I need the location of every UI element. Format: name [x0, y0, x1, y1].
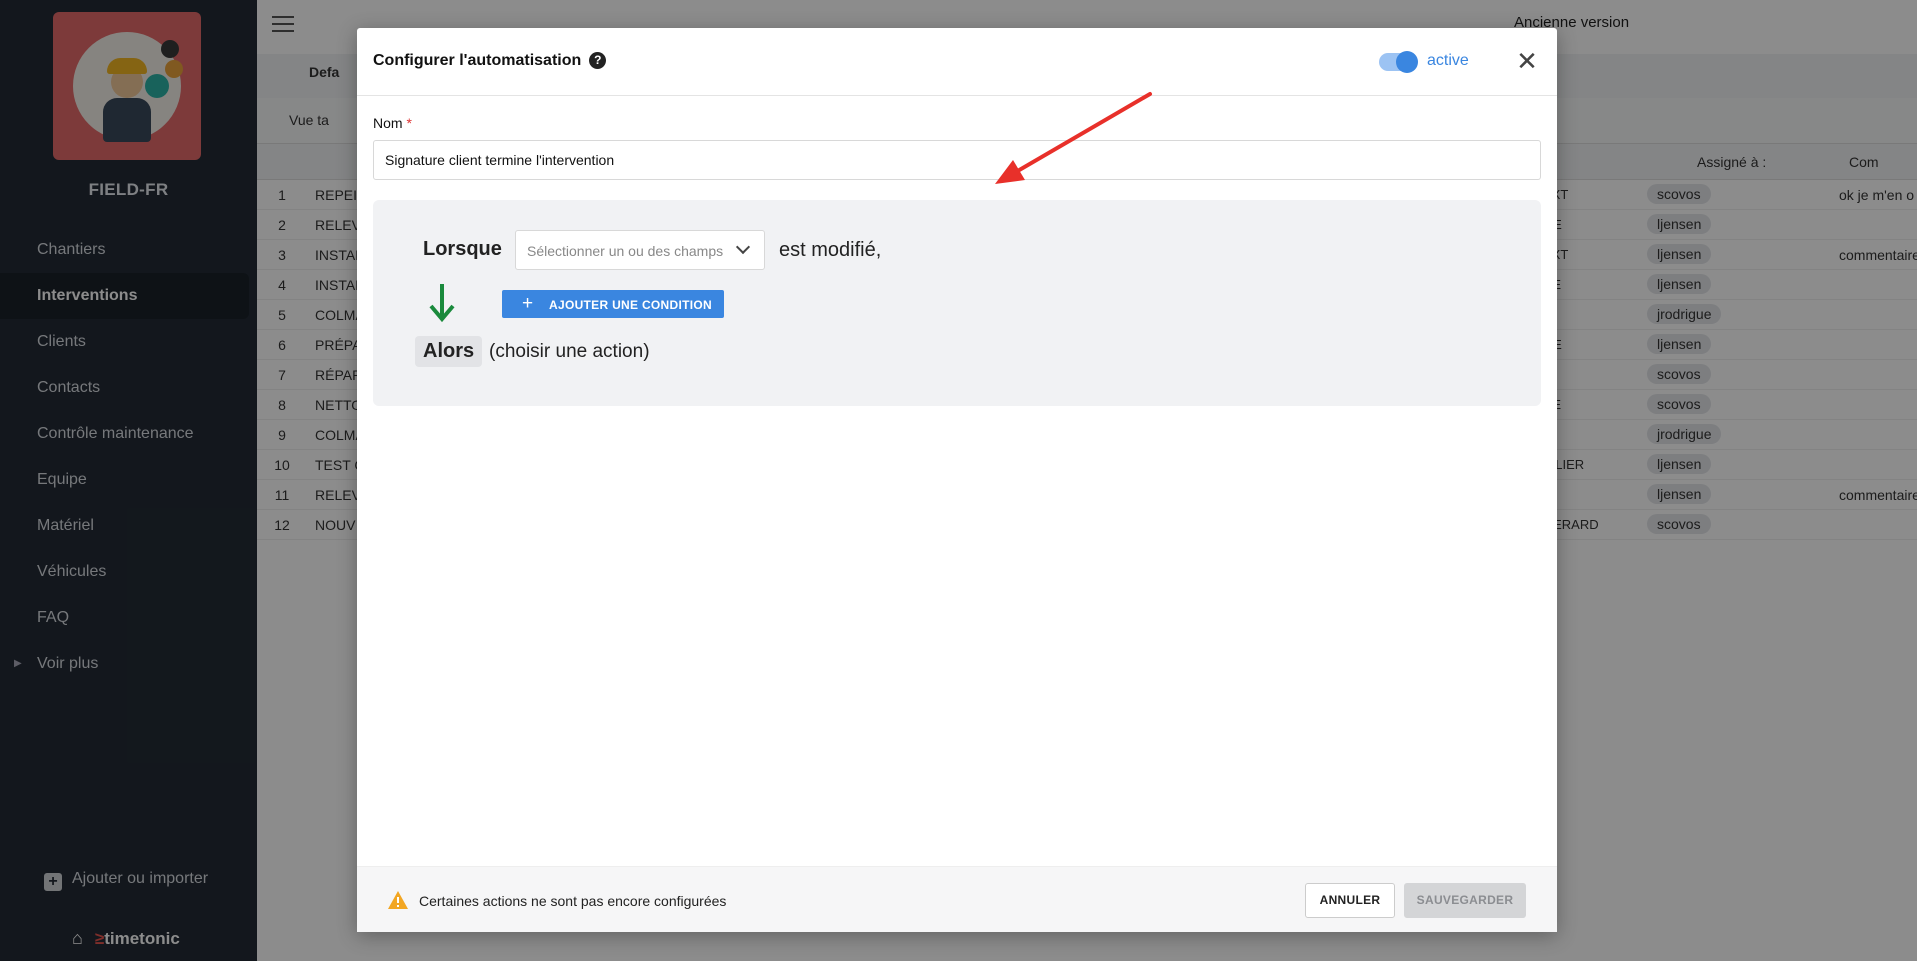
chevron-down-icon [735, 239, 751, 255]
active-toggle[interactable] [1379, 51, 1418, 73]
when-keyword: Lorsque [423, 238, 502, 260]
name-label: Nom * [373, 115, 412, 131]
modal-header: Configurer l'automatisation? active ✕ [357, 28, 1557, 96]
name-input[interactable] [373, 140, 1541, 180]
modified-keyword: est modifié, [779, 239, 882, 261]
warning-text: Certaines actions ne sont pas encore con… [419, 893, 727, 909]
active-toggle-label: active [1427, 52, 1469, 69]
required-mark: * [406, 115, 412, 131]
add-condition-button[interactable]: + AJOUTER UNE CONDITION [502, 290, 724, 318]
automation-modal: Configurer l'automatisation? active ✕ No… [357, 28, 1557, 932]
add-condition-label: AJOUTER UNE CONDITION [549, 298, 712, 312]
plus-icon: + [522, 293, 534, 314]
rule-builder: Lorsque Sélectionner un ou des champs es… [373, 200, 1541, 406]
field-select-placeholder: Sélectionner un ou des champs [527, 243, 724, 259]
toggle-knob [1396, 51, 1418, 73]
close-icon[interactable]: ✕ [1514, 48, 1540, 74]
save-button[interactable]: SAUVEGARDER [1404, 883, 1526, 918]
then-keyword: Alors [415, 336, 483, 367]
help-icon[interactable]: ? [589, 52, 607, 69]
modal-title: Configurer l'automatisation? [373, 52, 607, 70]
choose-action-link[interactable]: (choisir une action) [489, 341, 650, 363]
modal-footer: Certaines actions ne sont pas encore con… [357, 866, 1557, 932]
warning-icon [388, 891, 408, 909]
cancel-button[interactable]: ANNULER [1305, 883, 1395, 918]
modal-title-text: Configurer l'automatisation [373, 52, 582, 69]
annotation-arrow-icon [995, 92, 1152, 184]
arrow-down-icon [429, 284, 455, 323]
field-select[interactable]: Sélectionner un ou des champs [515, 230, 765, 270]
name-label-text: Nom [373, 115, 403, 131]
